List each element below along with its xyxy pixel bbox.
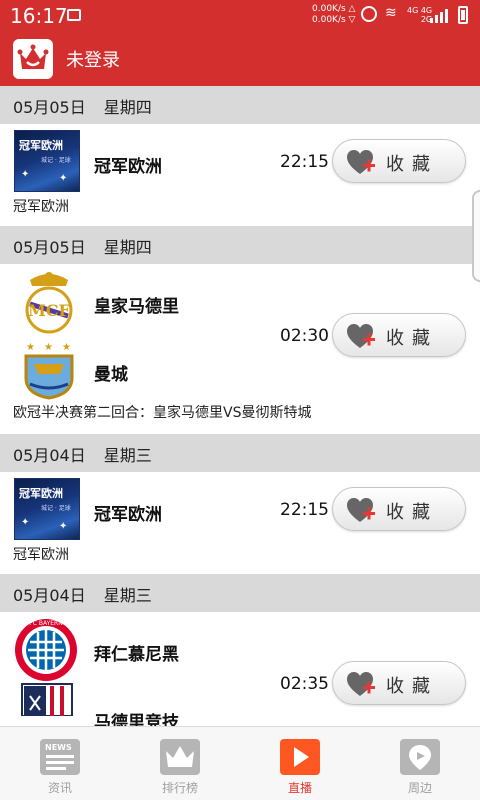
- match-item[interactable]: 冠军欧洲 城记 · 足球 ✦ ✦ 冠军欧洲 22:15 收藏 冠军欧洲: [0, 472, 480, 574]
- man-city-badge: ★ ★ ★: [24, 342, 74, 400]
- signal-top: 4G 4G: [407, 6, 433, 15]
- team-name: 冠军欧洲: [94, 157, 162, 177]
- scroll-handle[interactable]: [472, 190, 480, 282]
- login-status[interactable]: 未登录: [66, 46, 120, 72]
- match-item[interactable]: MCF ★ ★ ★ 皇家马德里 曼城 02:30 收藏 欧冠半决赛第二回合：皇家…: [0, 264, 480, 434]
- bayern-munich-badge: FC BAYERN: [15, 619, 77, 681]
- status-time: 16:17: [10, 4, 68, 28]
- cell-signal-icon: [430, 7, 452, 23]
- date-label: 05月05日: [13, 98, 86, 117]
- gallery-icon: [67, 9, 81, 21]
- favorite-button[interactable]: 收藏: [332, 661, 466, 705]
- match-caption: 冠军欧洲: [13, 547, 69, 563]
- real-madrid-badge: MCF: [25, 272, 73, 334]
- heart-add-icon: [347, 672, 375, 696]
- app-bar: 未登录: [0, 32, 480, 86]
- away-team-name: 马德里竞技: [94, 713, 179, 726]
- svg-text:NEWS: NEWS: [45, 743, 72, 752]
- team-name: 冠军欧洲: [94, 505, 162, 525]
- match-item[interactable]: FC BAYERN 拜仁慕尼黑 马德里竞技 02:35 收藏: [0, 612, 480, 726]
- svg-text:MCF: MCF: [28, 301, 70, 320]
- nav-label: 排行榜: [161, 781, 198, 795]
- match-time: 22:15: [280, 152, 329, 172]
- favorite-label: 收藏: [386, 328, 438, 349]
- champions-europe-logo: 冠军欧洲 城记 · 足球 ✦ ✦: [14, 130, 80, 192]
- crown-icon: [160, 739, 200, 775]
- favorite-button[interactable]: 收藏: [332, 313, 466, 357]
- news-icon: NEWS: [40, 739, 80, 775]
- nav-ranking[interactable]: 排行榜: [120, 727, 240, 800]
- alarm-icon: [361, 6, 377, 22]
- match-time: 02:35: [280, 674, 329, 694]
- nav-nearby[interactable]: 周边: [360, 727, 480, 800]
- away-team-name: 曼城: [94, 365, 128, 385]
- match-caption: 冠军欧洲: [13, 199, 69, 215]
- svg-text:★: ★: [62, 342, 71, 353]
- cell-signal-label: 4G 4G 2G: [407, 6, 432, 24]
- nav-label: 直播: [287, 781, 312, 795]
- match-list[interactable]: 05月05日 星期四 冠军欧洲 城记 · 足球 ✦ ✦ 冠军欧洲 22:15 收藏…: [0, 86, 480, 726]
- favorite-label: 收藏: [386, 154, 438, 175]
- favorite-button[interactable]: 收藏: [332, 139, 466, 183]
- match-caption: 欧冠半决赛第二回合：皇家马德里VS曼彻斯特城: [13, 405, 312, 421]
- svg-text:★: ★: [44, 342, 53, 353]
- nav-news[interactable]: NEWS 资讯: [0, 727, 120, 800]
- home-team-name: 皇家马德里: [94, 297, 179, 317]
- status-bar: 16:17 0.00K/s △ 0.00K/s ▽ ≋ 4G 4G 2G: [0, 0, 480, 32]
- net-down: 0.00K/s ▽: [312, 15, 356, 25]
- date-header: 05月05日 星期四: [0, 86, 480, 124]
- play-icon: [280, 739, 320, 775]
- heart-add-icon: [347, 498, 375, 522]
- weekday-label: 星期三: [103, 446, 152, 465]
- weekday-label: 星期四: [103, 98, 152, 117]
- battery-charging-icon: [458, 6, 468, 24]
- favorite-button[interactable]: 收藏: [332, 487, 466, 531]
- date-header: 05月04日 星期三: [0, 434, 480, 472]
- date-header: 05月04日 星期三: [0, 574, 480, 612]
- match-time: 02:30: [280, 326, 329, 346]
- date-header: 05月05日 星期四: [0, 226, 480, 264]
- nav-label: 周边: [407, 781, 432, 795]
- network-speed: 0.00K/s △ 0.00K/s ▽: [312, 4, 355, 26]
- match-item[interactable]: 冠军欧洲 城记 · 足球 ✦ ✦ 冠军欧洲 22:15 收藏 冠军欧洲: [0, 124, 480, 226]
- location-icon: [400, 739, 440, 775]
- date-label: 05月04日: [13, 586, 86, 605]
- favorite-label: 收藏: [386, 502, 438, 523]
- weekday-label: 星期四: [103, 238, 152, 257]
- favorite-label: 收藏: [386, 676, 438, 697]
- svg-text:FC BAYERN: FC BAYERN: [29, 620, 62, 627]
- champions-europe-logo: 冠军欧洲 城记 · 足球 ✦ ✦: [14, 478, 80, 540]
- svg-text:★: ★: [26, 342, 35, 353]
- weekday-label: 星期三: [103, 586, 152, 605]
- home-team-name: 拜仁慕尼黑: [94, 645, 179, 665]
- net-up: 0.00K/s △: [312, 4, 356, 14]
- nav-label: 资讯: [47, 781, 72, 795]
- nav-live[interactable]: 直播: [240, 727, 360, 800]
- heart-add-icon: [347, 150, 375, 174]
- match-time: 22:15: [280, 500, 329, 520]
- atletico-madrid-badge: [21, 683, 73, 716]
- bottom-nav: NEWS 资讯 排行榜 直播 周边: [0, 726, 480, 800]
- signal-bottom: 2G: [420, 15, 433, 24]
- crown-logo-icon[interactable]: [13, 39, 53, 79]
- heart-add-icon: [347, 324, 375, 348]
- wifi-icon: ≋: [385, 5, 397, 21]
- date-label: 05月05日: [13, 238, 86, 257]
- date-label: 05月04日: [13, 446, 86, 465]
